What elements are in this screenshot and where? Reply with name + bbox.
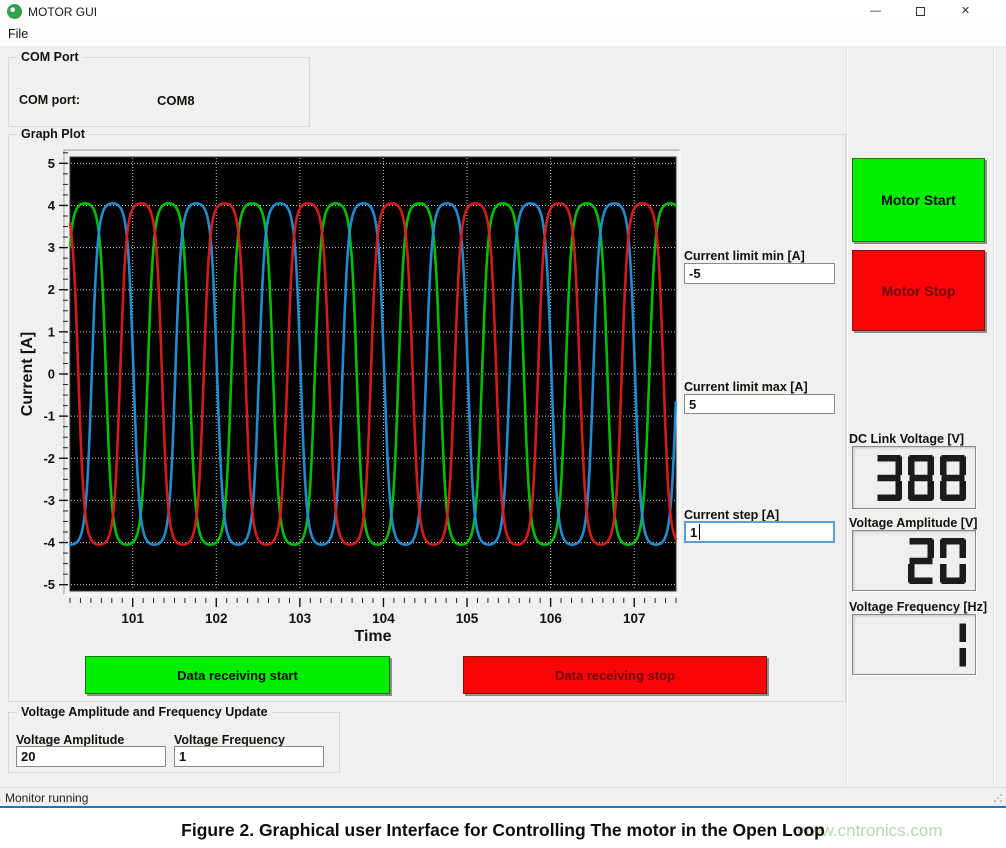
status-text: Monitor running bbox=[5, 791, 88, 805]
com-port-group: COM Port COM port: COM8 bbox=[8, 57, 310, 127]
svg-text:4: 4 bbox=[48, 198, 56, 213]
svg-text:Time: Time bbox=[354, 628, 391, 645]
voltage-amplitude-input-label: Voltage Amplitude bbox=[16, 733, 124, 747]
com-port-label: COM port: bbox=[19, 93, 80, 107]
minimize-button[interactable]: — bbox=[853, 0, 898, 23]
com-port-group-label: COM Port bbox=[17, 50, 83, 64]
data-receiving-stop-button[interactable]: Data receiving stop bbox=[463, 656, 767, 694]
voltage-amplitude-input[interactable] bbox=[16, 746, 166, 767]
motor-gui-window: MOTOR GUI — ✕ File COM Port COM port: CO… bbox=[0, 0, 1006, 848]
maximize-button[interactable] bbox=[898, 0, 943, 23]
figure-caption: Figure 2. Graphical user Interface for C… bbox=[0, 820, 1006, 841]
svg-text:101: 101 bbox=[121, 611, 144, 626]
current-step-input[interactable] bbox=[684, 521, 835, 543]
data-receiving-start-button[interactable]: Data receiving start bbox=[85, 656, 390, 694]
svg-text:107: 107 bbox=[623, 611, 646, 626]
panel-separator bbox=[846, 46, 847, 787]
app-icon bbox=[7, 4, 22, 19]
menu-file[interactable]: File bbox=[8, 27, 28, 41]
svg-text:104: 104 bbox=[372, 611, 395, 626]
current-limit-max-input[interactable] bbox=[684, 394, 835, 414]
current-limit-max-label: Current limit max [A] bbox=[684, 380, 808, 394]
voltage-frequency-display-label: Voltage Frequency [Hz] bbox=[849, 600, 987, 614]
resize-grip-icon[interactable] bbox=[993, 793, 1003, 803]
svg-text:106: 106 bbox=[539, 611, 562, 626]
svg-text:3: 3 bbox=[48, 240, 55, 255]
voltage-amplitude-display-label: Voltage Amplitude [V] bbox=[849, 516, 977, 530]
svg-text:-3: -3 bbox=[43, 493, 55, 508]
voltage-amplitude-display bbox=[852, 530, 976, 591]
dc-link-voltage-display bbox=[852, 446, 976, 509]
motor-stop-button[interactable]: Motor Stop bbox=[852, 250, 985, 331]
voltage-frequency-display bbox=[852, 614, 976, 675]
dc-link-voltage-label: DC Link Voltage [V] bbox=[849, 432, 964, 446]
text-caret bbox=[699, 524, 700, 540]
current-step-label: Current step [A] bbox=[684, 508, 779, 522]
status-bar: Monitor running bbox=[0, 787, 1006, 806]
svg-text:0: 0 bbox=[48, 367, 55, 382]
svg-text:1: 1 bbox=[48, 324, 55, 339]
svg-text:102: 102 bbox=[205, 611, 228, 626]
figure-footer: www.cntronics.com Figure 2. Graphical us… bbox=[0, 808, 1006, 848]
com-port-value: COM8 bbox=[157, 93, 195, 108]
panel-separator-right bbox=[993, 46, 994, 787]
svg-text:Current [A]: Current [A] bbox=[19, 332, 36, 416]
svg-text:2: 2 bbox=[48, 282, 55, 297]
menu-bar: File bbox=[0, 23, 1006, 46]
voltage-frequency-input-label: Voltage Frequency bbox=[174, 733, 285, 747]
svg-text:5: 5 bbox=[48, 156, 55, 171]
voltage-update-group-label: Voltage Amplitude and Frequency Update bbox=[17, 705, 272, 719]
window-title: MOTOR GUI bbox=[28, 5, 97, 19]
maximize-icon bbox=[916, 7, 925, 16]
title-bar: MOTOR GUI — ✕ bbox=[0, 0, 1006, 23]
motor-start-button[interactable]: Motor Start bbox=[852, 158, 985, 242]
current-waveform-plot: -5 -4 -3 -2 -1 0 1 2 3 4 5 101 102 103 104 105 106 107 Tim… bbox=[18, 140, 700, 652]
svg-text:105: 105 bbox=[456, 611, 479, 626]
graph-plot-group-label: Graph Plot bbox=[17, 127, 89, 141]
close-button[interactable]: ✕ bbox=[943, 0, 988, 23]
svg-text:-5: -5 bbox=[43, 577, 55, 592]
current-limit-min-label: Current limit min [A] bbox=[684, 249, 805, 263]
svg-text:-4: -4 bbox=[43, 535, 55, 550]
current-limit-min-input[interactable] bbox=[684, 263, 835, 284]
svg-text:-2: -2 bbox=[43, 451, 55, 466]
svg-text:103: 103 bbox=[289, 611, 312, 626]
voltage-frequency-input[interactable] bbox=[174, 746, 324, 767]
svg-text:-1: -1 bbox=[43, 409, 55, 424]
